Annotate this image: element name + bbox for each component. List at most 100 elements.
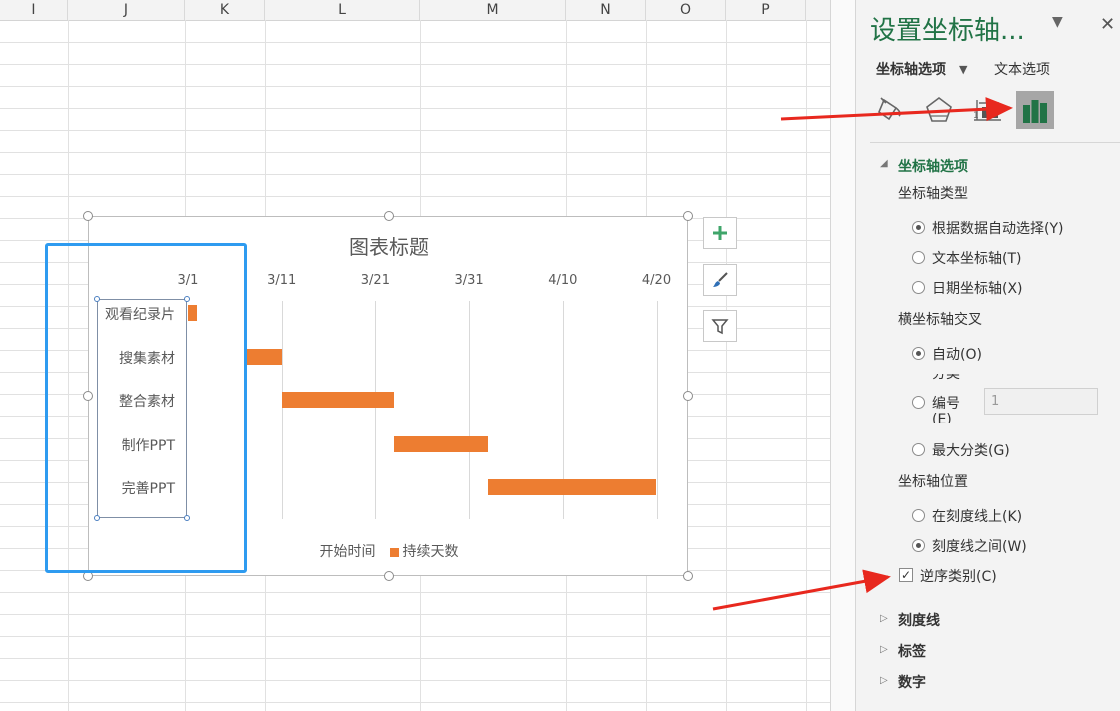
axis-type-label: 坐标轴类型: [898, 186, 968, 202]
column-header-j[interactable]: J: [68, 0, 185, 20]
option-auto-select[interactable]: 根据数据自动选择(Y): [932, 218, 1063, 238]
duration-bar[interactable]: [487, 479, 656, 496]
chart-filters-button[interactable]: [703, 310, 737, 342]
grid-row-line: [0, 42, 830, 43]
pane-title: 设置坐标轴...: [870, 16, 1025, 46]
checkbox-reverse-categories[interactable]: ✓: [899, 568, 913, 582]
column-header-row: I J K L M N O P: [0, 0, 830, 21]
grid-row-line: [0, 636, 830, 637]
horizontal-cross-label: 横坐标轴交叉: [898, 312, 982, 328]
radio-cross-max[interactable]: [912, 443, 925, 456]
option-cross-auto[interactable]: 自动(O): [932, 344, 982, 364]
size-properties-button[interactable]: 1: [968, 91, 1006, 129]
vertical-gridline: [656, 301, 658, 519]
grid-row-line: [0, 64, 830, 65]
radio-cross-category-number[interactable]: [912, 396, 925, 409]
grid-column-line: [726, 20, 727, 711]
tab-axis-options-dropdown-icon[interactable]: ▼: [959, 63, 967, 76]
legend-duration: 持续天数: [402, 544, 459, 560]
pane-close-icon[interactable]: ✕: [1100, 14, 1115, 35]
axis-options-button[interactable]: [1016, 91, 1054, 129]
duration-bar[interactable]: [281, 392, 395, 409]
section-tick-marks[interactable]: 刻度线: [898, 610, 940, 630]
option-reverse-categories[interactable]: 逆序类别(C): [920, 566, 997, 586]
option-cross-category-line3-text: (E): [932, 413, 952, 423]
fill-line-button[interactable]: [872, 91, 910, 129]
option-between-tick-marks[interactable]: 刻度线之间(W): [932, 536, 1027, 556]
option-date-axis[interactable]: 日期坐标轴(X): [932, 278, 1023, 298]
section-number[interactable]: 数字: [898, 672, 926, 692]
chart-resize-handle-tr[interactable]: [683, 211, 693, 221]
section-collapsed-caret-icon[interactable]: ▷: [880, 675, 888, 686]
x-tick-label: 3/21: [360, 273, 390, 288]
column-header-o[interactable]: O: [646, 0, 726, 20]
legend-swatch-duration: [389, 547, 399, 557]
section-collapsed-caret-icon[interactable]: ▷: [880, 644, 888, 655]
chart-resize-handle-mr[interactable]: [683, 391, 693, 401]
spreadsheet-area[interactable]: I J K L M N O P 图表标题 3/1 3/11 3/21 3/31 4/10…: [0, 0, 830, 711]
grid-row-line: [0, 592, 830, 593]
chart-styles-button[interactable]: [703, 264, 737, 296]
grid-column-line: [806, 20, 807, 711]
section-collapsed-caret-icon[interactable]: ▷: [880, 613, 888, 624]
x-tick-label: 3/11: [267, 273, 297, 288]
radio-cross-auto[interactable]: [912, 347, 925, 360]
x-tick-label: 4/20: [641, 273, 672, 288]
grid-row-line: [0, 108, 830, 109]
tab-text-options[interactable]: 文本选项: [994, 59, 1050, 79]
chart-resize-handle-br[interactable]: [683, 571, 693, 581]
radio-date-axis[interactable]: [912, 281, 925, 294]
grid-row-line: [0, 702, 830, 703]
option-cross-category-line2[interactable]: 编号: [932, 393, 960, 413]
x-tick-label: 3/31: [454, 273, 484, 288]
bar-chart-icon: [1023, 100, 1047, 123]
x-tick-label: 4/10: [548, 273, 578, 288]
effects-button[interactable]: [920, 91, 958, 129]
pane-divider: [870, 142, 1120, 143]
column-header-k[interactable]: K: [185, 0, 265, 20]
category-number-input[interactable]: 1: [984, 388, 1098, 415]
option-cross-max[interactable]: 最大分类(G): [932, 440, 1010, 460]
grid-row-line: [0, 658, 830, 659]
paint-bucket-icon: [878, 97, 901, 121]
vertical-gridline: [281, 301, 283, 519]
grid-row-line: [0, 680, 830, 681]
sheet-vertical-scrollbar[interactable]: [830, 0, 856, 711]
svg-text:1: 1: [973, 111, 979, 121]
column-header-p[interactable]: P: [726, 0, 806, 20]
section-labels[interactable]: 标签: [898, 641, 926, 661]
vertical-gridline: [375, 301, 377, 519]
section-expanded-caret-icon[interactable]: ◢: [880, 158, 888, 169]
pentagon-effects-icon: [926, 97, 952, 122]
annotation-highlight-box: [45, 243, 247, 573]
filter-icon: [711, 319, 729, 335]
chart-elements-button[interactable]: [703, 217, 737, 249]
vertical-gridline: [469, 301, 471, 519]
pane-options-dropdown-icon[interactable]: ▼: [1052, 14, 1063, 30]
option-text-axis[interactable]: 文本坐标轴(T): [932, 248, 1021, 268]
chart-resize-handle-tc[interactable]: [384, 211, 394, 221]
option-on-tick-marks[interactable]: 在刻度线上(K): [932, 506, 1022, 526]
option-cross-category-line1[interactable]: 分类: [932, 374, 960, 390]
grid-row-line: [0, 196, 830, 197]
radio-text-axis[interactable]: [912, 251, 925, 264]
option-cross-category-line3[interactable]: (E): [932, 413, 952, 423]
radio-on-tick-marks[interactable]: [912, 509, 925, 522]
chart-resize-handle-bc[interactable]: [384, 571, 394, 581]
duration-bar[interactable]: [394, 435, 488, 452]
column-header-m[interactable]: M: [420, 0, 566, 20]
size-properties-icon: 1: [973, 100, 1001, 121]
radio-auto-select[interactable]: [912, 221, 925, 234]
grid-row-line: [0, 152, 830, 153]
tab-axis-options[interactable]: 坐标轴选项: [876, 59, 946, 79]
radio-between-tick-marks[interactable]: [912, 539, 925, 552]
section-axis-options[interactable]: 坐标轴选项: [898, 156, 968, 176]
column-header-i[interactable]: I: [0, 0, 68, 20]
column-header-l[interactable]: L: [265, 0, 420, 20]
column-header-n[interactable]: N: [566, 0, 646, 20]
chart-resize-handle-tl[interactable]: [83, 211, 93, 221]
duration-bar[interactable]: [244, 348, 282, 365]
legend-start-time: 开始时间: [319, 544, 376, 560]
grid-row-line: [0, 130, 830, 131]
axis-position-label: 坐标轴位置: [898, 474, 968, 490]
